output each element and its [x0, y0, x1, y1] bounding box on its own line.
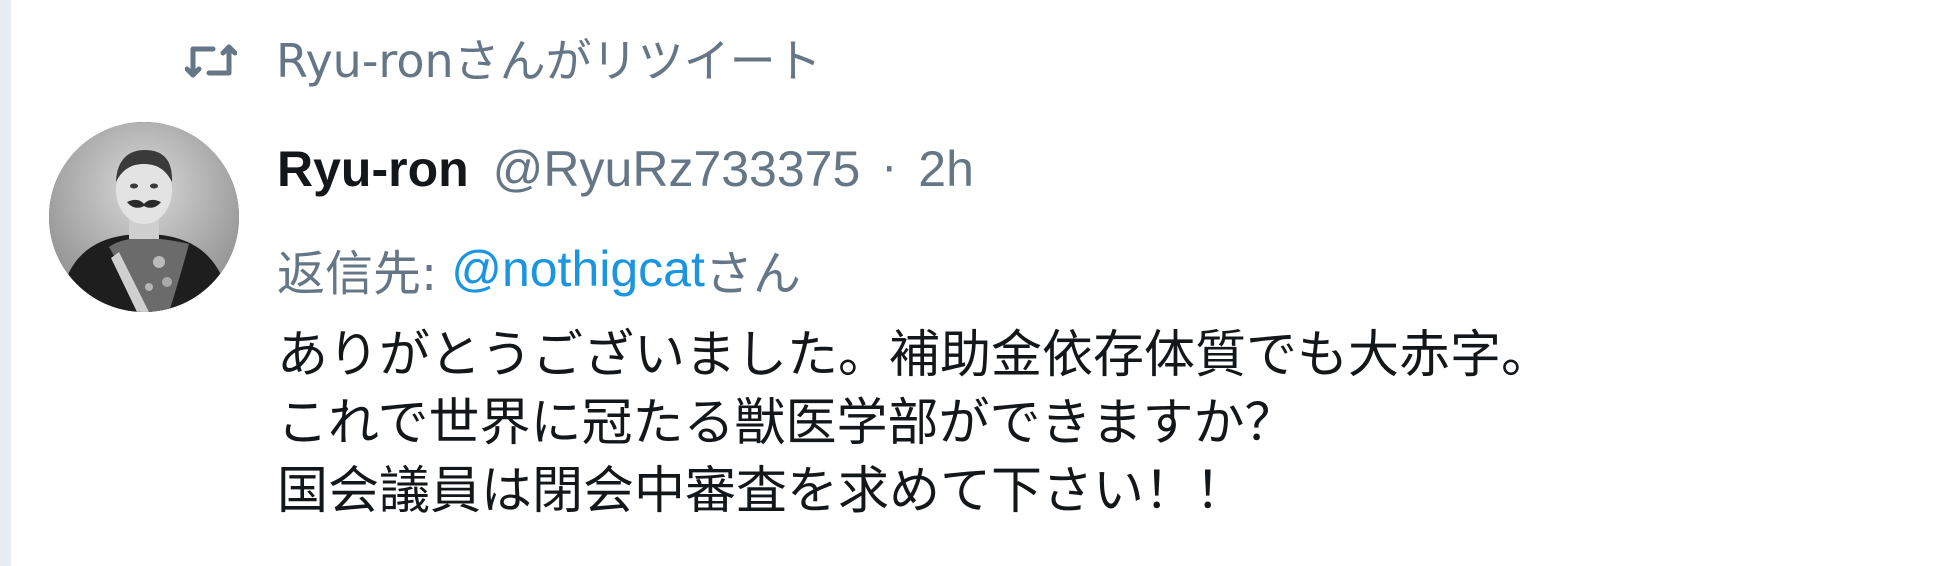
avatar[interactable] — [49, 122, 239, 312]
tweet-text-line: これで世界に冠たる獣医学部ができますか？ — [277, 394, 1296, 453]
reply-context: 返信先: @nothigcat さん — [277, 236, 801, 302]
tweet-timestamp[interactable]: 2h — [918, 140, 974, 198]
retweet-label[interactable]: Ryu-ronさんがリツイート — [276, 38, 822, 84]
tweet-header: Ryu-ron @RyuRz733375 · 2h — [277, 136, 974, 202]
retweet-icon — [184, 41, 238, 81]
author-display-name[interactable]: Ryu-ron — [277, 140, 469, 198]
reply-prefix: 返信先: — [277, 246, 438, 302]
author-handle[interactable]: @RyuRz733375 — [493, 140, 861, 198]
reply-mention-link[interactable]: @nothigcat — [451, 240, 705, 298]
left-border — [0, 0, 11, 566]
reply-suffix: さん — [704, 246, 801, 302]
tweet-text-line: 国会議員は閉会中審査を求めて下さい！！ — [277, 462, 1247, 521]
tweet-text: ありがとうございました。補助金依存体質でも大赤字。 これで世界に冠たる獣医学部が… — [277, 322, 1552, 526]
portrait-photo-icon — [49, 122, 239, 312]
separator-dot: · — [882, 143, 897, 195]
retweet-context: Ryu-ronさんがリツイート — [184, 28, 822, 94]
tweet-text-line: ありがとうございました。補助金依存体質でも大赤字。 — [277, 326, 1553, 385]
